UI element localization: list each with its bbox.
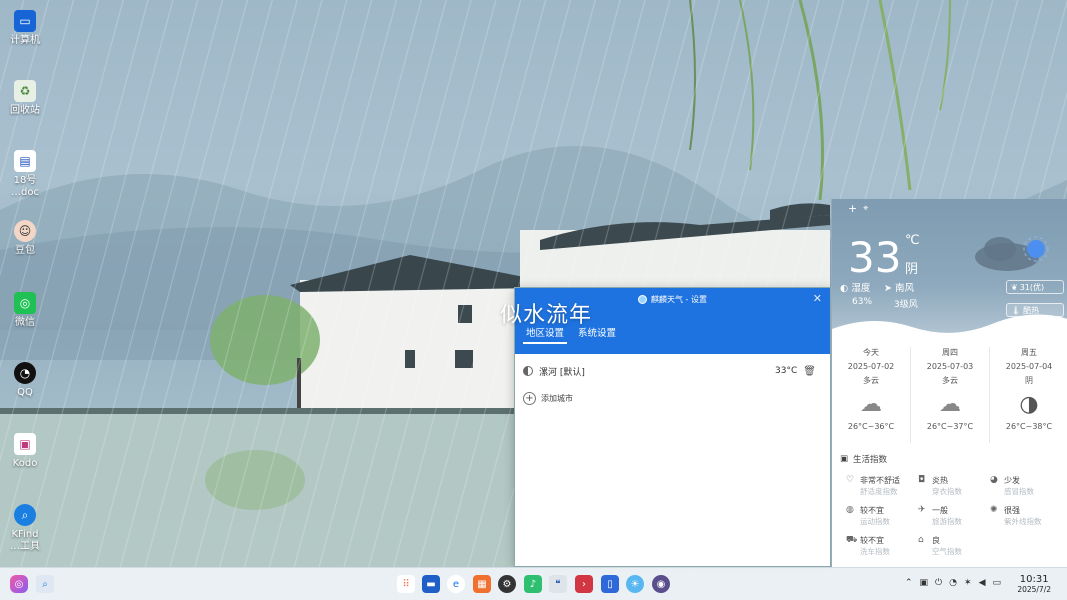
city-name: 漯河 [默认] — [539, 367, 585, 378]
recycle-bin-icon: ♻ — [14, 80, 36, 102]
wind-label: ➤ 南风 — [884, 283, 915, 294]
chat-icon[interactable]: ❝ — [549, 575, 567, 593]
network-icon[interactable]: ▭ — [992, 578, 1001, 588]
weather-settings-window: 麒麟天气 - 设置 ✕ 地区设置 系统设置 漯河 [默认] 33°C 🗑 + 添… — [514, 287, 831, 567]
life-index-item: ⛟ 较不宜 洗车指数 — [846, 535, 890, 556]
life-index-item: ♡ 非常不舒适 舒适度指数 — [846, 475, 900, 496]
cloud-icon: ☁ — [939, 391, 961, 417]
uv-icon: ✺ — [990, 505, 998, 515]
computer-icon: ▭ — [14, 10, 36, 32]
kodo-icon: ▣ — [14, 433, 36, 455]
taskbar: ◎ ⌕ ⠿ ▬ e ▦ ⚙ ♪ ❝ › ▯ ☀ ◉ ⌃ ▣ ⏻ ◔ ✶ ◀ ▭ … — [0, 567, 1067, 600]
carwash-icon: ⛟ — [846, 535, 858, 545]
forecast-day: 周四 2025-07-03 多云 ☁ 26°C~37°C — [911, 347, 990, 443]
weather-current: + ⌖ 33 ℃ 阴 ◐ 湿度 63% ➤ 南风 3级风 ❦ 31(优) 🌡 酷热 — [832, 199, 1067, 349]
clock[interactable]: 10:31 2025/7/2 — [1017, 574, 1051, 594]
forecast-day: 今天 2025-07-02 多云 ☁ 26°C~36°C — [832, 347, 911, 443]
bluetooth-icon[interactable]: ✶ — [964, 578, 972, 588]
browser-icon[interactable]: e — [447, 575, 465, 593]
life-index-item: ✈ 一般 旅游指数 — [918, 505, 962, 526]
life-index-item: ◘ 炎热 穿衣指数 — [918, 475, 962, 496]
kfind-icon: ⌕ — [14, 504, 36, 526]
app-store-icon[interactable]: ▦ — [473, 575, 491, 593]
cloud-icon: ☁ — [860, 391, 882, 417]
system-tray: ⌃ ▣ ⏻ ◔ ✶ ◀ ▭ — [905, 578, 1001, 588]
power-icon[interactable]: ⏻ — [935, 578, 942, 588]
search-icon[interactable]: ⌕ — [36, 575, 54, 593]
humidity-label: ◐ 湿度 — [840, 283, 871, 294]
chart-icon: ▣ — [840, 454, 849, 464]
wind-direction-icon: ➤ — [884, 283, 892, 294]
plus-icon: + — [523, 392, 536, 405]
start-menu-icon[interactable]: ◎ — [10, 575, 28, 593]
life-index-title: ▣ 生活指数 — [840, 454, 888, 465]
update-icon[interactable]: ◔ — [949, 578, 957, 588]
life-index-item: ⌂ 良空气指数 — [918, 535, 962, 556]
forecast-list: 今天 2025-07-02 多云 ☁ 26°C~36°C 周四 2025-07-… — [832, 347, 1067, 443]
water-drop-icon: ◐ — [840, 283, 849, 294]
desktop-icon-document[interactable]: ▤ 18号 …doc — [2, 150, 48, 199]
weather-app-icon — [638, 295, 647, 304]
document-icon: ▤ — [14, 150, 36, 172]
current-condition: 阴 — [905, 262, 919, 277]
life-index-grid: ♡ 非常不舒适 舒适度指数 ◘ 炎热 穿衣指数 ◕ 少发 感冒指数 ◍ 较不宜 运动指数 ✈ 一般… — [846, 475, 1062, 557]
temperature-unit: ℃ — [905, 233, 920, 248]
life-index-item: ◍ 较不宜 运动指数 — [846, 505, 890, 526]
notes-icon[interactable]: ▯ — [601, 575, 619, 593]
city-temp: 33°C — [775, 366, 798, 376]
weather-panel: + ⌖ 33 ℃ 阴 ◐ 湿度 63% ➤ 南风 3级风 ❦ 31(优) 🌡 酷热 … — [831, 199, 1067, 567]
add-city-button[interactable]: + 添加城市 — [523, 392, 573, 405]
travel-icon: ✈ — [918, 505, 926, 515]
input-method-icon[interactable]: ▣ — [920, 578, 929, 588]
chevron-up-icon[interactable]: ⌃ — [905, 578, 913, 588]
doubao-icon: ☺ — [14, 220, 36, 242]
humidity-value: 63% — [852, 297, 873, 307]
volume-icon[interactable]: ◀ — [979, 578, 986, 588]
aqi-badge: ❦ 31(优) — [1006, 280, 1064, 294]
city-list-item[interactable]: 漯河 [默认] 33°C 🗑 — [523, 364, 816, 378]
weather-icon[interactable]: ☀ — [626, 575, 644, 593]
sport-icon: ◍ — [846, 505, 854, 515]
overcast-art-icon — [975, 236, 1049, 271]
settings-gear-icon[interactable]: ⚙ — [498, 575, 516, 593]
life-index-item: ◕ 少发 感冒指数 — [990, 475, 1034, 496]
camera-icon[interactable]: ◉ — [652, 575, 670, 593]
file-manager-icon[interactable]: ▬ — [422, 575, 440, 593]
close-icon[interactable]: ✕ — [813, 292, 822, 305]
add-city-icon[interactable]: + — [848, 202, 857, 216]
desktop-icon-doubao[interactable]: ☺ 豆包 — [2, 220, 48, 257]
qq-icon: ◔ — [14, 362, 36, 384]
flu-icon: ◕ — [990, 475, 998, 485]
desktop-icon-recycle-bin[interactable]: ♻ 回收站 — [2, 80, 48, 117]
wechat-icon: ◎ — [14, 292, 36, 314]
clothes-icon: ◘ — [918, 475, 926, 485]
music-icon[interactable]: ♪ — [524, 575, 542, 593]
wave-decoration — [832, 314, 1067, 349]
desktop-icon-computer[interactable]: ▭ 计算机 — [2, 10, 48, 47]
location-pin-icon[interactable]: ⌖ — [863, 202, 868, 216]
comfort-icon: ♡ — [846, 475, 855, 485]
leaf-icon: ❦ — [1011, 282, 1018, 292]
air-icon: ⌂ — [918, 535, 924, 545]
wallpaper-title: 似水流年 — [500, 303, 593, 328]
desktop-icon-wechat[interactable]: ◎ 微信 — [2, 292, 48, 329]
overcast-icon: ◑ — [1019, 391, 1039, 417]
life-index-item: ✺ 很强 紫外线指数 — [990, 505, 1042, 526]
forecast-day: 周五 2025-07-04 阴 ◑ 26°C~38°C — [1005, 348, 1053, 431]
trash-icon[interactable]: 🗑 — [803, 366, 816, 377]
desktop-icon-kfind[interactable]: ⌕ KFind …工具 — [2, 504, 48, 553]
terminal-icon[interactable]: › — [575, 575, 593, 593]
desktop-icon-qq[interactable]: ◔ QQ — [2, 362, 48, 399]
desktop-icon-kodo[interactable]: ▣ Kodo — [2, 433, 48, 470]
app-grid-icon[interactable]: ⠿ — [397, 575, 415, 593]
current-temperature: 33 — [848, 233, 902, 282]
overcast-icon — [523, 366, 533, 376]
